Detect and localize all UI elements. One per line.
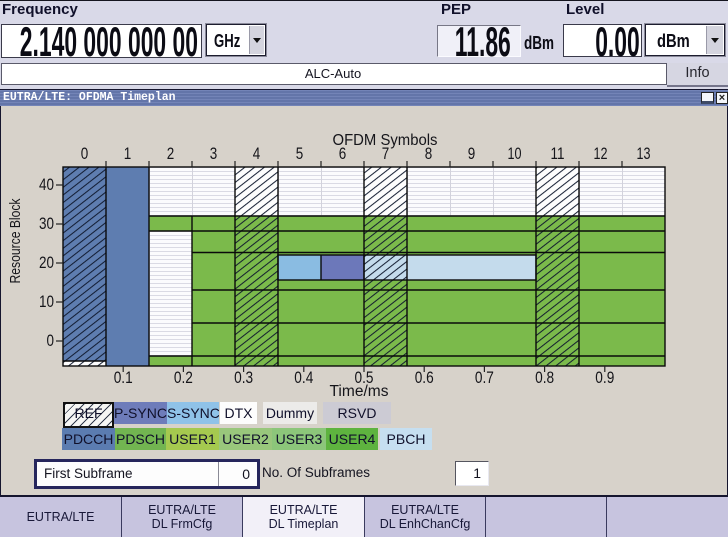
svg-text:Resource Block: Resource Block [7,198,24,283]
svg-text:5: 5 [296,145,304,163]
svg-text:0.4: 0.4 [294,369,313,387]
svg-text:4: 4 [253,145,261,163]
svg-text:0: 0 [81,145,89,163]
svg-text:0: 0 [47,332,55,350]
svg-text:0.7: 0.7 [475,369,494,387]
svg-text:0.6: 0.6 [415,369,434,387]
svg-text:0.1: 0.1 [114,369,133,387]
svg-text:0.2: 0.2 [174,369,193,387]
svg-text:8: 8 [425,145,433,163]
svg-text:3: 3 [210,145,218,163]
svg-text:2: 2 [167,145,175,163]
svg-text:0.3: 0.3 [234,369,253,387]
svg-text:20: 20 [39,254,54,272]
svg-text:11: 11 [551,145,565,163]
svg-text:13: 13 [637,145,651,163]
svg-text:1: 1 [124,145,132,163]
svg-text:9: 9 [468,145,476,163]
svg-text:Time/ms: Time/ms [330,383,389,400]
svg-text:10: 10 [39,293,54,311]
svg-text:40: 40 [39,176,54,194]
svg-text:12: 12 [594,145,608,163]
svg-text:6: 6 [339,145,347,163]
svg-text:7: 7 [382,145,390,163]
svg-text:10: 10 [508,145,522,163]
svg-text:30: 30 [39,215,54,233]
svg-text:0.9: 0.9 [595,369,614,387]
svg-text:0.8: 0.8 [535,369,554,387]
